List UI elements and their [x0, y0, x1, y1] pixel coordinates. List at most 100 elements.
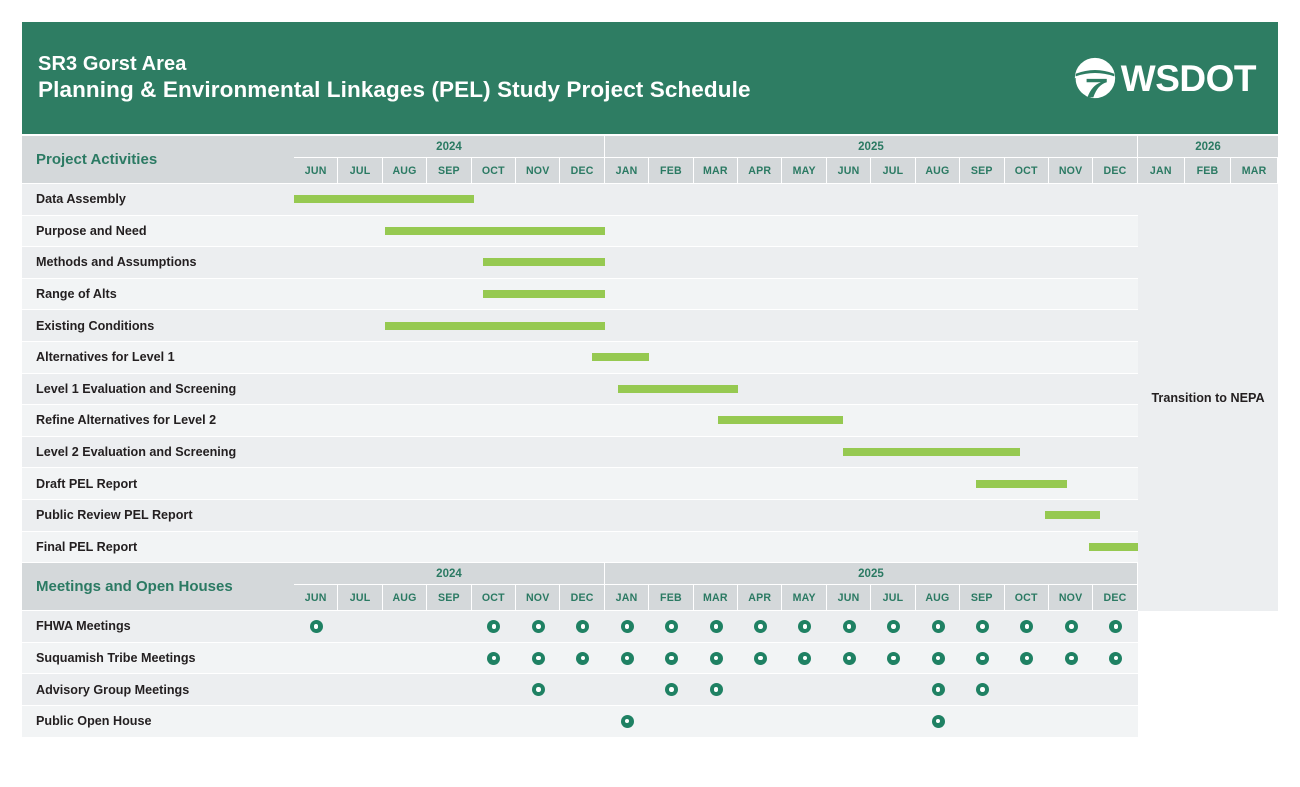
gantt-bar[interactable] — [591, 353, 650, 362]
month-header-2024-DEC: DEC — [560, 585, 604, 611]
month-header-2025-NOV: NOV — [1048, 585, 1093, 611]
milestone-dot[interactable] — [309, 619, 323, 633]
gantt-bar[interactable] — [294, 195, 474, 204]
wsdot-wordmark: WSDOT — [1120, 57, 1257, 99]
gantt-bar[interactable] — [482, 258, 605, 267]
month-header-2025-JAN: JAN — [604, 158, 649, 183]
milestone-dot[interactable] — [665, 651, 679, 665]
gantt-bar[interactable] — [975, 479, 1067, 488]
milestone-dot[interactable] — [531, 651, 545, 665]
month-header-row-top: JUN JUL AUG SEP OCT NOV DEC JAN FEB MAR APR MAY JUN J… — [294, 158, 1138, 183]
gantt-row — [294, 310, 1138, 341]
milestone-dot[interactable] — [665, 619, 679, 633]
gantt-row — [294, 531, 1165, 563]
month-header-2024-JUL: JUL — [338, 158, 382, 183]
milestone-dot[interactable] — [487, 651, 501, 665]
month-header-2025-MAY: MAY — [782, 585, 826, 611]
milestone-dot[interactable] — [620, 619, 634, 633]
milestone-dot[interactable] — [887, 619, 901, 633]
wsdot-brand: WSDOT — [1074, 57, 1257, 99]
milestone-dot[interactable] — [931, 651, 945, 665]
month-header-2025-NOV: NOV — [1048, 158, 1093, 183]
gantt-bar[interactable] — [482, 290, 605, 299]
activity-label: Methods and Assumptions — [22, 247, 294, 278]
activity-label: Purpose and Need — [22, 215, 294, 247]
gantt-bar[interactable] — [1044, 511, 1101, 520]
nepa-column-blank-area — [1138, 612, 1278, 787]
month-header-2025-JUN: JUN — [826, 585, 871, 611]
meeting-label: Advisory Group Meetings — [22, 674, 294, 705]
milestone-dot[interactable] — [531, 619, 545, 633]
milestone-dot[interactable] — [976, 619, 990, 633]
milestone-rows — [294, 611, 1138, 737]
month-header-2025-DEC: DEC — [1093, 158, 1137, 183]
gantt-row — [294, 468, 1138, 499]
page-title-line1: SR3 Gorst Area — [38, 53, 187, 76]
section-title-meetings: Meetings and Open Houses — [22, 563, 294, 611]
milestone-dot[interactable] — [1109, 619, 1123, 633]
month-header-2026: JAN FEB MAR — [1138, 158, 1278, 183]
milestone-dot[interactable] — [753, 619, 767, 633]
gantt-bar[interactable] — [718, 416, 843, 425]
year-header-2024: 2024 — [294, 136, 604, 157]
milestone-dot[interactable] — [665, 683, 679, 697]
nepa-column: 2026 JAN FEB MAR Transition to NEPA — [1138, 136, 1278, 787]
activity-label: Refine Alternatives for Level 2 — [22, 405, 294, 436]
milestone-dot[interactable] — [1109, 651, 1123, 665]
year-header-row-bottom: 2024 2025 — [294, 563, 1138, 585]
page-title-line2: Planning & Environmental Linkages (PEL) … — [38, 77, 751, 103]
milestone-dot[interactable] — [620, 651, 634, 665]
month-header-2025-JUN: JUN — [826, 158, 871, 183]
month-header-2025-AUG: AUG — [915, 585, 960, 611]
gantt-rows — [294, 184, 1165, 563]
milestone-dot[interactable] — [709, 683, 723, 697]
milestone-dot[interactable] — [709, 651, 723, 665]
milestone-dot[interactable] — [798, 619, 812, 633]
milestone-dot[interactable] — [842, 619, 856, 633]
row-label-column: Project Activities Data Assembly Purpose … — [22, 136, 294, 738]
milestone-dot[interactable] — [753, 651, 767, 665]
transition-to-nepa-panel: Transition to NEPA — [1138, 184, 1278, 612]
month-header-2025-SEP: SEP — [960, 585, 1004, 611]
month-header-2024-AUG: AUG — [382, 158, 427, 183]
milestone-row — [294, 642, 1138, 674]
gantt-row — [294, 215, 1138, 247]
month-header-2024-OCT: OCT — [471, 585, 516, 611]
month-header-2024-NOV: NOV — [516, 585, 560, 611]
gantt-bar[interactable] — [618, 384, 739, 393]
milestone-dot[interactable] — [709, 619, 723, 633]
milestone-dot[interactable] — [931, 619, 945, 633]
milestone-dot[interactable] — [798, 651, 812, 665]
month-header-2024-SEP: SEP — [427, 585, 471, 611]
milestone-dot[interactable] — [976, 683, 990, 697]
month-header-2025-JUL: JUL — [871, 158, 915, 183]
milestone-dot[interactable] — [931, 683, 945, 697]
month-header-2025-FEB: FEB — [649, 158, 693, 183]
milestone-dot[interactable] — [931, 714, 945, 728]
month-header-2025-APR: APR — [738, 585, 782, 611]
schedule-page: SR3 Gorst Area Planning & Environmental … — [0, 0, 1300, 787]
activity-label: Level 2 Evaluation and Screening — [22, 436, 294, 468]
month-header-2025-APR: APR — [738, 158, 782, 183]
month-header-2026-JAN: JAN — [1138, 158, 1184, 183]
milestone-dot[interactable] — [976, 651, 990, 665]
milestone-dot[interactable] — [576, 651, 590, 665]
activity-label: Alternatives for Level 1 — [22, 341, 294, 373]
milestone-dot[interactable] — [842, 651, 856, 665]
milestone-dot[interactable] — [487, 619, 501, 633]
milestone-dot[interactable] — [887, 651, 901, 665]
milestone-dot[interactable] — [1020, 619, 1034, 633]
gantt-bar[interactable] — [385, 226, 605, 235]
milestone-dot[interactable] — [531, 683, 545, 697]
month-header-2025-JUL: JUL — [871, 585, 915, 611]
milestone-dot[interactable] — [1064, 651, 1078, 665]
month-header-2024-NOV: NOV — [516, 158, 560, 183]
year-header-2024: 2024 — [294, 563, 604, 585]
schedule-grid: Project Activities Data Assembly Purpose … — [22, 136, 1278, 787]
milestone-dot[interactable] — [576, 619, 590, 633]
milestone-dot[interactable] — [1064, 619, 1078, 633]
gantt-bar[interactable] — [842, 448, 1021, 457]
milestone-dot[interactable] — [1020, 651, 1034, 665]
gantt-bar[interactable] — [385, 321, 605, 330]
milestone-dot[interactable] — [620, 714, 634, 728]
